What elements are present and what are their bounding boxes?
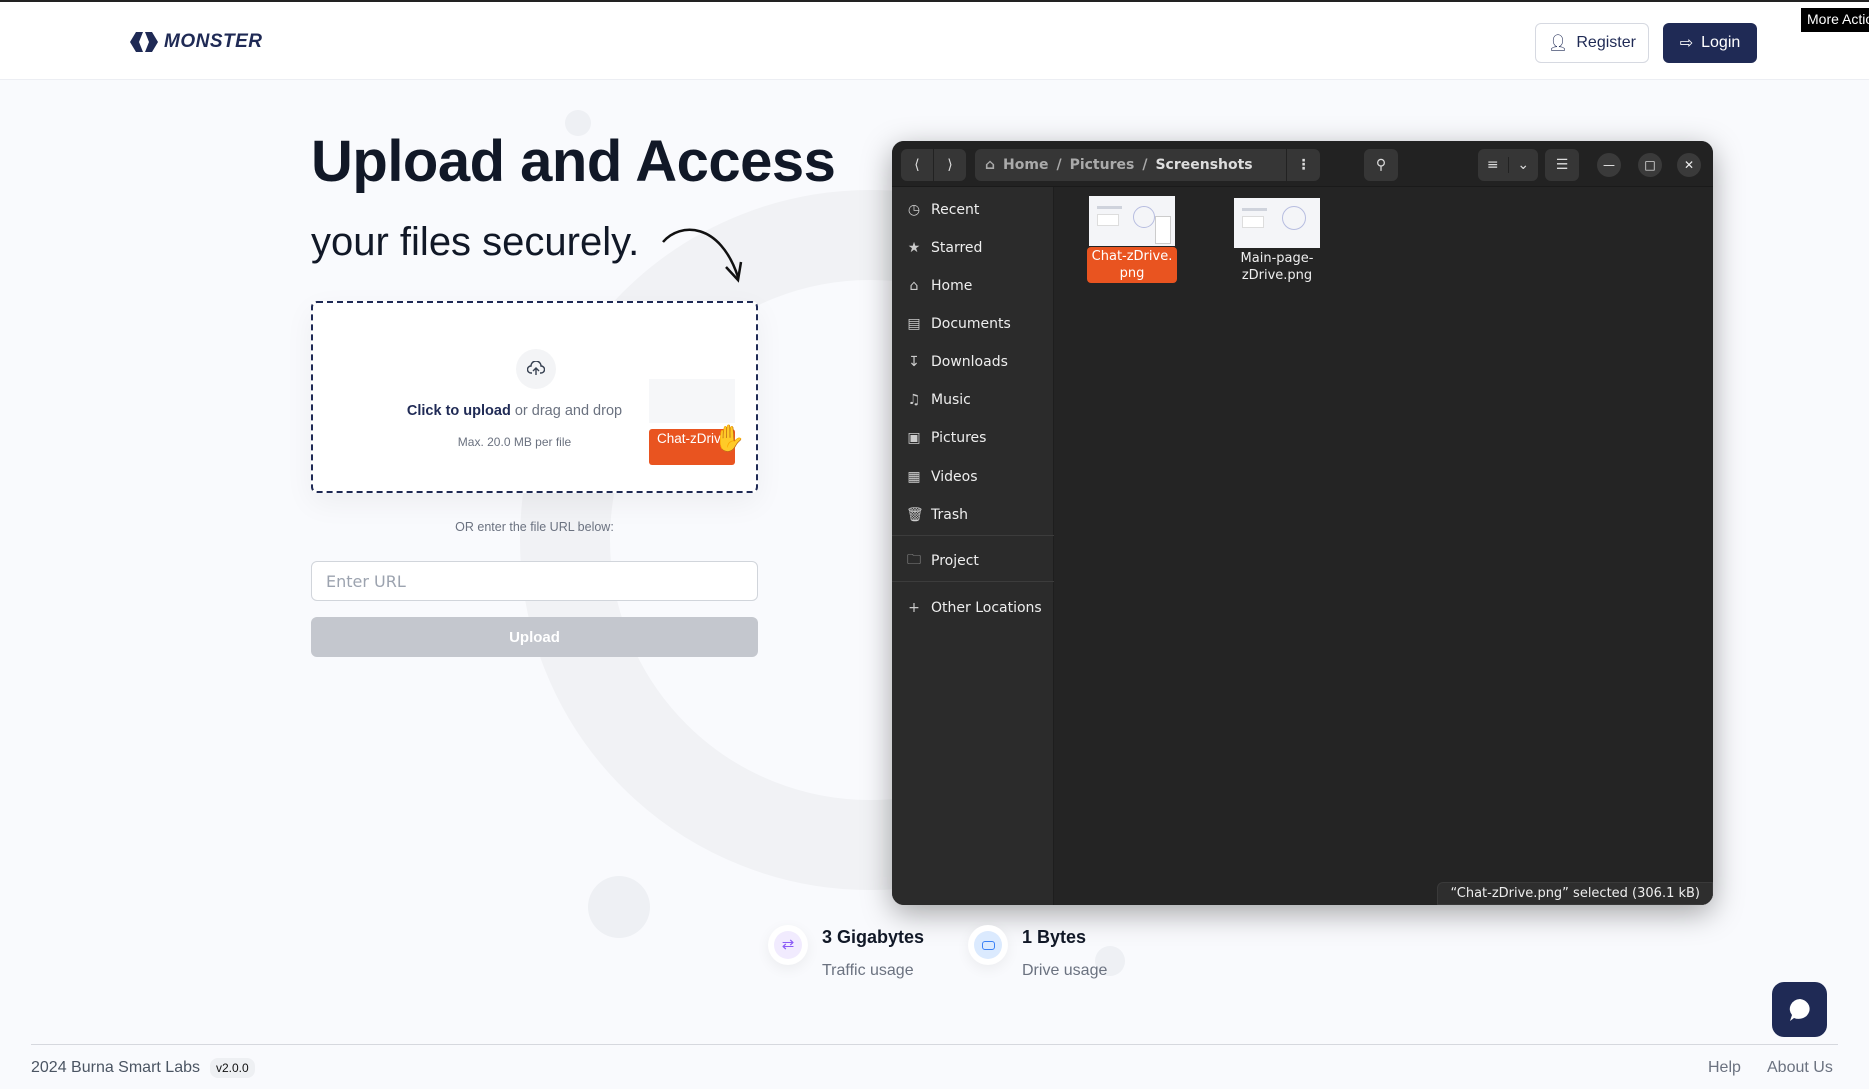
logo-icon xyxy=(130,32,158,52)
breadcrumb-screenshots[interactable]: Screenshots xyxy=(1155,157,1252,173)
sidebar-item-documents[interactable]: ▤ Documents xyxy=(906,312,1010,336)
user-plus-icon: 👤︎ xyxy=(1548,35,1569,52)
sidebar-item-pictures[interactable]: ▣ Pictures xyxy=(906,426,986,450)
page-title: Upload and Access xyxy=(311,129,836,194)
forward-button[interactable]: ⟩ xyxy=(933,149,966,181)
decor-circle xyxy=(588,876,650,938)
grab-cursor-icon: ✋ xyxy=(713,423,746,453)
chat-widget-button[interactable] xyxy=(1772,982,1827,1037)
dragged-file-thumbnail xyxy=(649,379,735,423)
sidebar-item-videos[interactable]: ▦ Videos xyxy=(906,465,977,489)
footer-divider xyxy=(31,1044,1838,1045)
back-button[interactable]: ⟨ xyxy=(901,149,933,181)
help-link[interactable]: Help xyxy=(1708,1059,1741,1077)
sidebar-divider xyxy=(892,581,1054,582)
file-name: Chat-zDrive. png xyxy=(1087,247,1177,283)
login-icon: ⇨ xyxy=(1679,35,1694,52)
upload-button[interactable]: Upload xyxy=(311,617,758,657)
nav-buttons: ⟨ ⟩ xyxy=(901,149,966,181)
stat-drive: 1 Bytes Drive usage xyxy=(968,925,1107,980)
version-badge: v2.0.0 xyxy=(210,1058,255,1078)
chevron-down-icon[interactable]: ⌄ xyxy=(1507,157,1539,173)
view-toggle[interactable]: ≡ ⌄ xyxy=(1478,149,1538,181)
file-item-main-page-zdrive[interactable]: Main-page-zDrive.png xyxy=(1232,198,1322,285)
cloud-upload-icon xyxy=(516,349,556,389)
sidebar-item-music[interactable]: ♫ Music xyxy=(906,388,971,412)
plus-icon: + xyxy=(908,600,920,616)
file-chooser-window: ⟨ ⟩ ⌂ Home / Pictures / Screenshots ⋮ ⚲ ≡… xyxy=(892,141,1713,905)
image-icon: ▣ xyxy=(907,430,921,446)
breadcrumb: ⌂ Home / Pictures / Screenshots ⋮ xyxy=(975,149,1320,181)
maximize-button[interactable]: □ xyxy=(1638,153,1662,177)
list-view-icon[interactable]: ≡ xyxy=(1478,157,1508,173)
sidebar-item-starred[interactable]: ★ Starred xyxy=(906,236,983,260)
file-grid: Chat-zDrive. png Main-page-zDrive.png xyxy=(1054,187,1713,905)
home-icon: ⌂ xyxy=(909,278,919,294)
file-thumbnail xyxy=(1234,198,1320,248)
clock-icon: ◷ xyxy=(907,202,921,218)
sidebar-divider xyxy=(892,535,1054,536)
page-subtitle: your files securely. xyxy=(311,220,640,264)
places-sidebar: ◷ Recent ★ Starred ⌂ Home ▤ Documents ↧ Downl… xyxy=(892,187,1054,905)
register-button[interactable]: 👤︎ Register xyxy=(1535,23,1649,63)
trash-icon: 🗑︎ xyxy=(906,507,924,523)
folder-icon: 🗀︎ xyxy=(907,552,921,568)
sidebar-item-recent[interactable]: ◷ Recent xyxy=(906,198,980,222)
drive-value: 1 Bytes xyxy=(1022,927,1087,947)
film-icon: ▦ xyxy=(907,469,921,485)
file-chooser-headerbar: ⟨ ⟩ ⌂ Home / Pictures / Screenshots ⋮ ⚲ ≡… xyxy=(892,141,1713,187)
home-icon: ⌂ xyxy=(985,157,996,173)
sidebar-item-other-locations[interactable]: + Other Locations xyxy=(906,596,1042,620)
close-button[interactable]: ✕ xyxy=(1677,153,1701,177)
header: MONSTER 👤︎ Register ⇨ Login xyxy=(0,2,1869,80)
minimize-button[interactable]: — xyxy=(1597,153,1621,177)
selection-status: “Chat-zDrive.png” selected (306.1 kB) xyxy=(1437,882,1713,905)
chat-bubble-icon xyxy=(1789,998,1810,1021)
search-button[interactable]: ⚲ xyxy=(1364,149,1398,181)
document-icon: ▤ xyxy=(907,316,921,332)
curved-arrow-icon xyxy=(662,228,743,283)
click-to-upload-link[interactable]: Click to upload xyxy=(407,403,511,419)
drag-drop-text: or drag and drop xyxy=(510,403,623,419)
drive-label: Drive usage xyxy=(1022,962,1108,979)
url-input[interactable] xyxy=(311,561,758,601)
login-button[interactable]: ⇨ Login xyxy=(1663,23,1757,63)
hamburger-menu-button[interactable]: ☰ xyxy=(1545,149,1579,181)
sidebar-item-home[interactable]: ⌂ Home xyxy=(906,274,973,298)
about-us-link[interactable]: About Us xyxy=(1767,1059,1833,1077)
file-dropzone[interactable]: Click to upload or drag and drop Max. 20… xyxy=(311,301,758,493)
sidebar-item-trash[interactable]: 🗑︎ Trash xyxy=(906,503,968,527)
file-name: Main-page-zDrive.png xyxy=(1240,251,1314,283)
tooltip: More Actions xyxy=(1801,8,1869,32)
drive-icon xyxy=(968,925,1008,965)
file-item-chat-zdrive[interactable]: Chat-zDrive. png xyxy=(1087,196,1177,283)
download-icon: ↧ xyxy=(908,354,920,370)
sidebar-item-project[interactable]: 🗀︎ Project xyxy=(906,549,979,573)
star-icon: ★ xyxy=(907,240,921,256)
stat-traffic: ⇄ 3 Gigabytes Traffic usage xyxy=(768,925,924,980)
file-thumbnail xyxy=(1089,196,1175,246)
traffic-value: 3 Gigabytes xyxy=(822,927,925,947)
breadcrumb-separator: / xyxy=(1056,157,1062,173)
login-label: Login xyxy=(1701,34,1741,51)
breadcrumb-pictures[interactable]: Pictures xyxy=(1070,157,1135,173)
logo-text: MONSTER xyxy=(164,31,263,52)
breadcrumb-home[interactable]: Home xyxy=(1003,157,1048,173)
register-label: Register xyxy=(1576,34,1636,51)
footer-copyright: 2024 Burna Smart Labs v2.0.0 xyxy=(31,1058,255,1078)
traffic-label: Traffic usage xyxy=(822,962,914,979)
sidebar-item-downloads[interactable]: ↧ Downloads xyxy=(906,350,1008,374)
breadcrumb-separator: / xyxy=(1142,157,1148,173)
search-icon: ⚲ xyxy=(1375,157,1387,173)
kebab-menu-icon[interactable]: ⋮ xyxy=(1286,149,1320,181)
traffic-icon: ⇄ xyxy=(768,925,808,965)
music-icon: ♫ xyxy=(907,392,921,408)
logo[interactable]: MONSTER xyxy=(128,31,263,53)
or-url-label: OR enter the file URL below: xyxy=(455,520,614,534)
